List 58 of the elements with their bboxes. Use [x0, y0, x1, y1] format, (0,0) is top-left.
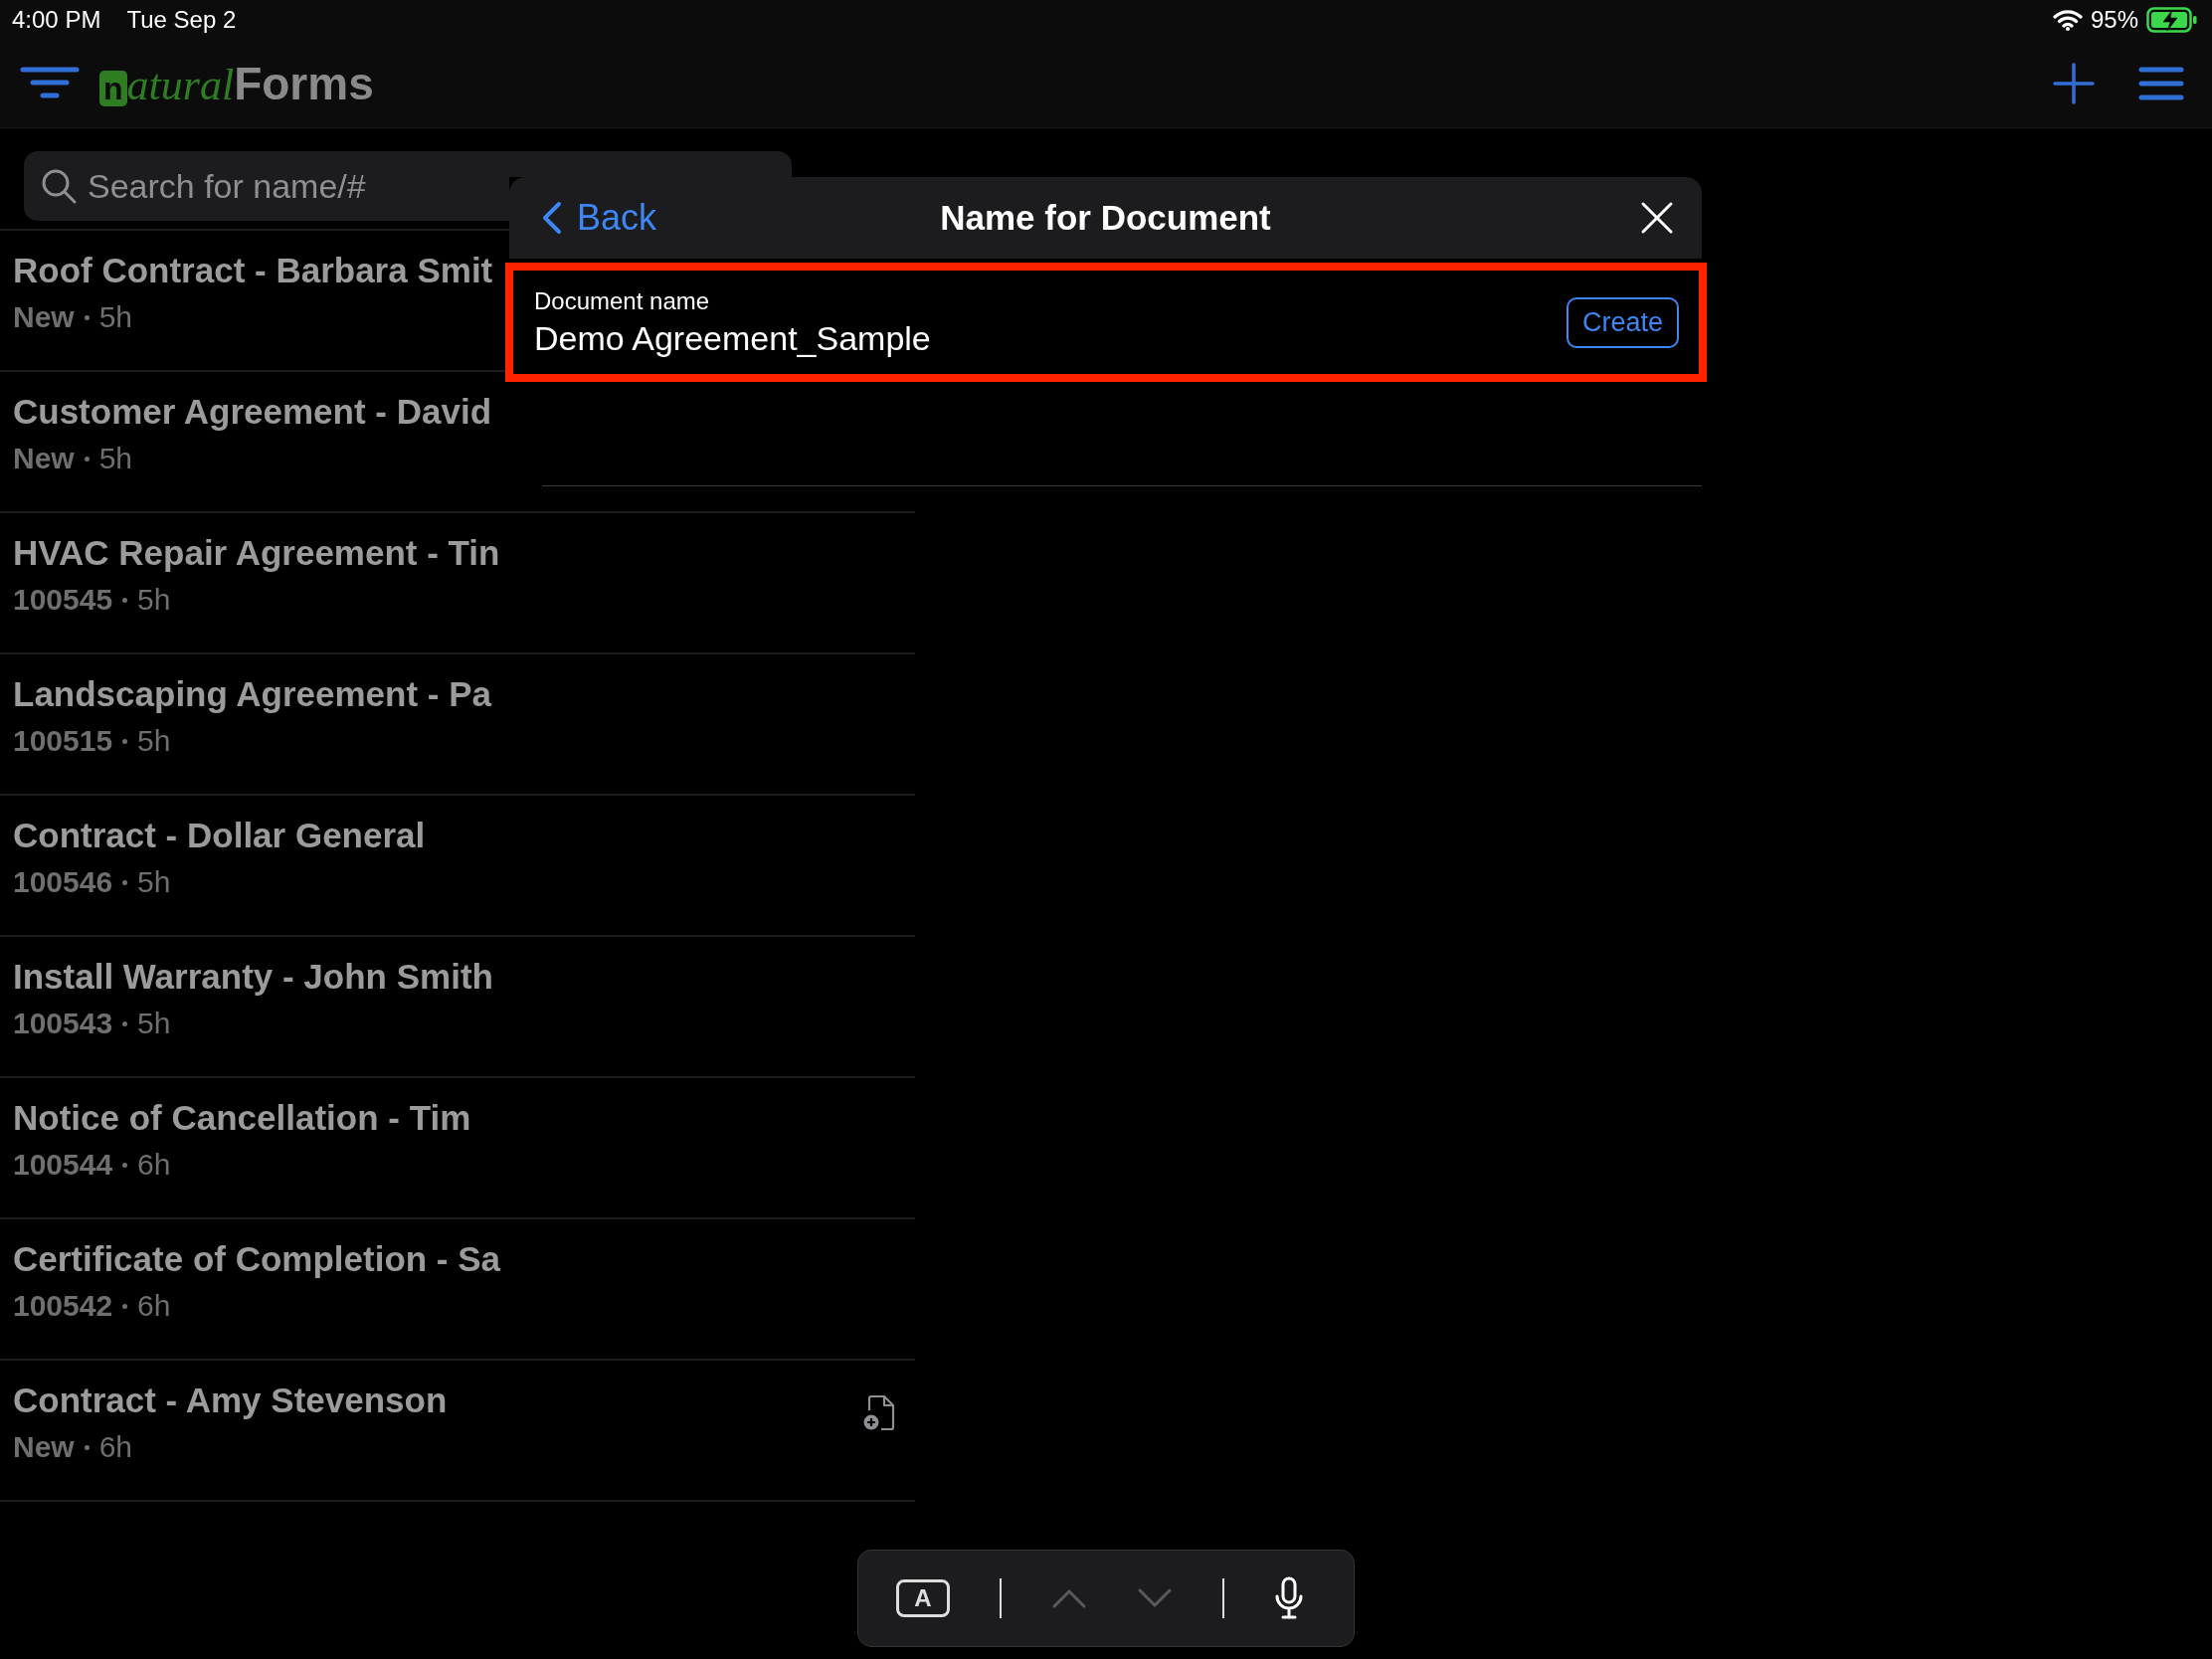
document-status: 100542 [13, 1289, 113, 1323]
document-status: New [13, 442, 75, 475]
document-title: Roof Contract - Barbara Smit [13, 251, 493, 290]
battery-percent: 95% [2090, 6, 2138, 34]
separator-dot-icon [84, 1444, 90, 1450]
document-age: 5h [98, 300, 133, 334]
separator-dot-icon [84, 314, 90, 320]
field-label: Document name [534, 286, 711, 315]
document-status: 100544 [13, 1148, 113, 1182]
menu-icon[interactable] [2138, 66, 2184, 101]
separator-dot-icon [122, 597, 128, 603]
document-title: Landscaping Agreement - Pa [13, 674, 492, 714]
dialog-title: Name for Document [940, 198, 1271, 238]
document-age: 6h [137, 1148, 171, 1182]
document-title: Notice of Cancellation - Tim [13, 1098, 471, 1138]
document-title: Contract - Amy Stevenson [13, 1381, 448, 1420]
separator-dot-icon [122, 1303, 128, 1309]
document-title: HVAC Repair Agreement - Tin [13, 533, 500, 573]
separator-dot-icon [122, 1020, 128, 1026]
document-age: 5h [137, 1007, 171, 1040]
chevron-left-icon [541, 201, 563, 235]
document-row[interactable]: Landscaping Agreement - Pa 100515 5h [0, 652, 915, 794]
battery-charging-icon [2146, 7, 2198, 33]
document-age: 5h [137, 865, 171, 899]
document-row[interactable]: HVAC Repair Agreement - Tin 100545 5h [0, 511, 915, 652]
document-title: Customer Agreement - David [13, 392, 492, 432]
document-status: 100543 [13, 1007, 113, 1040]
microphone-icon[interactable] [1274, 1576, 1304, 1620]
document-row[interactable]: Notice of Cancellation - Tim 100544 6h [0, 1076, 915, 1217]
status-time: 4:00 PM [12, 6, 101, 34]
new-document-icon[interactable] [863, 1394, 895, 1432]
document-status: New [13, 300, 75, 334]
document-status: 100546 [13, 865, 113, 899]
document-status: 100545 [13, 583, 113, 617]
separator-dot-icon [122, 738, 128, 744]
document-status: 100515 [13, 724, 113, 758]
document-title: Certificate of Completion - Sa [13, 1239, 501, 1279]
close-icon[interactable] [1640, 201, 1674, 235]
document-row[interactable]: Install Warranty - John Smith 100543 5h [0, 935, 915, 1076]
document-row[interactable]: Contract - Dollar General 100546 5h [0, 794, 915, 935]
separator-dot-icon [84, 456, 90, 461]
document-age: 6h [98, 1430, 133, 1464]
document-title: Contract - Dollar General [13, 816, 426, 855]
wifi-icon [2052, 9, 2083, 31]
document-age: 5h [98, 442, 133, 475]
create-button[interactable]: Create [1566, 296, 1679, 348]
document-status: New [13, 1430, 75, 1464]
keyboard-key-button[interactable]: A [896, 1579, 950, 1617]
separator-dot-icon [122, 1162, 128, 1168]
document-title: Install Warranty - John Smith [13, 957, 493, 997]
document-age: 6h [137, 1289, 171, 1323]
separator-dot-icon [122, 879, 128, 885]
add-icon[interactable] [2053, 63, 2095, 104]
document-age: 5h [137, 724, 171, 758]
app-logo: n aturalForms [99, 57, 374, 110]
status-date: Tue Sep 2 [126, 6, 237, 34]
document-row[interactable]: Certificate of Completion - Sa 100542 6h [0, 1217, 915, 1359]
document-age: 5h [137, 583, 171, 617]
